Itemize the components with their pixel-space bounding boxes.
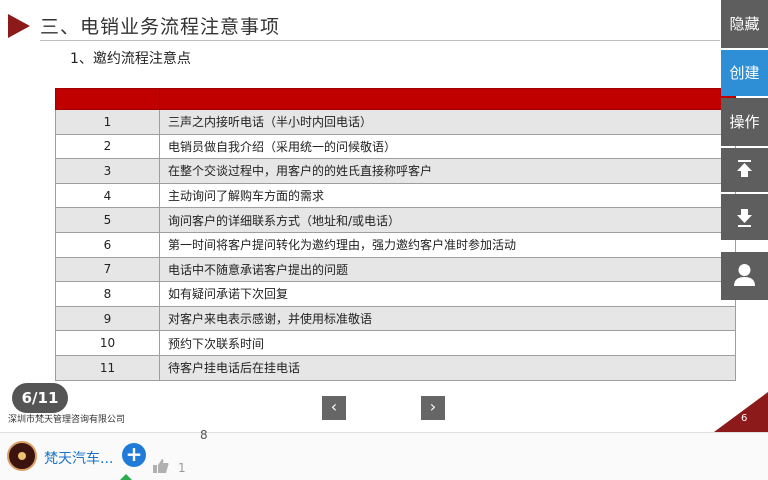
hide-label: 隐藏 — [729, 15, 760, 33]
row-number: 1 — [55, 109, 160, 135]
row-number: 3 — [55, 158, 160, 184]
table-row: 6 第一时间将客户提问转化为邀约理由，强力邀约客户准时参加活动 — [55, 231, 736, 258]
row-text: 电销员做自我介绍（采用统一的问候敬语） — [159, 133, 736, 160]
table-row: 9 对客户来电表示感谢，并使用标准敬语 — [55, 305, 736, 332]
table-row: 1 三声之内接听电话（半小时内回电话） — [55, 109, 736, 135]
row-number: 5 — [55, 207, 160, 233]
row-number: 6 — [55, 231, 160, 258]
row-text: 第一时间将客户提问转化为邀约理由，强力邀约客户准时参加活动 — [159, 231, 736, 258]
green-indicator — [118, 474, 134, 480]
bottom-arrow-icon — [737, 209, 752, 227]
slide-subtitle: 1、邀约流程注意点 — [70, 51, 191, 67]
top-arrow-icon — [737, 160, 752, 177]
page-indicator: 6/11 — [12, 383, 68, 413]
slide-title: 三、电销业务流程注意事项 — [40, 16, 281, 38]
corner-page-number: 6 — [741, 413, 748, 424]
table-header-cell — [55, 88, 160, 110]
checklist-table: 1 三声之内接听电话（半小时内回电话） 2 电销员做自我介绍（采用统一的问候敬语） 3 在… — [55, 88, 736, 381]
corner-decoration — [714, 392, 768, 432]
user-button[interactable] — [721, 252, 768, 300]
operate-label: 操作 — [729, 113, 760, 131]
table-row: 5 询问客户的详细联系方式（地址和/或电话） — [55, 207, 736, 233]
row-text: 预约下次联系时间 — [159, 330, 736, 356]
row-text: 三声之内接听电话（半小时内回电话） — [159, 109, 736, 135]
table-row: 2 电销员做自我介绍（采用统一的问候敬语） — [55, 133, 736, 160]
thumbs-up-icon[interactable] — [152, 458, 170, 474]
table-row: 7 电话中不随意承诺客户提出的问题 — [55, 256, 736, 283]
row-text: 待客户挂电话后在挂电话 — [159, 354, 736, 381]
hide-button[interactable]: 隐藏 — [721, 0, 768, 48]
row-text: 主动询问了解购车方面的需求 — [159, 182, 736, 209]
bottom-bar — [0, 432, 768, 480]
row-text: 对客户来电表示感谢，并使用标准敬语 — [159, 305, 736, 332]
like-count: 1 — [178, 461, 186, 475]
row-text: 询问客户的详细联系方式（地址和/或电话） — [159, 207, 736, 233]
company-name: 深圳市梵天管理咨询有限公司 — [8, 415, 126, 425]
channel-avatar[interactable] — [7, 441, 37, 471]
row-number: 7 — [55, 256, 160, 283]
scroll-top-button[interactable] — [721, 148, 768, 192]
next-slide-button[interactable]: › — [421, 396, 445, 420]
table-row: 3 在整个交谈过程中，用客户的的姓氏直接称呼客户 — [55, 158, 736, 184]
table-header-row — [55, 88, 736, 110]
table-row: 11 待客户挂电话后在挂电话 — [55, 354, 736, 381]
row-number: 10 — [55, 330, 160, 356]
operate-button[interactable]: 操作 — [721, 98, 768, 146]
screen: 三、电销业务流程注意事项 1、邀约流程注意点 1 三声之内接听电话（半小时内回电话… — [0, 0, 768, 480]
channel-name-link[interactable]: 梵天汽车... — [44, 448, 113, 468]
table-row: 10 预约下次联系时间 — [55, 330, 736, 356]
table-header-cell — [159, 88, 736, 110]
user-icon — [734, 264, 755, 286]
table-body: 1 三声之内接听电话（半小时内回电话） 2 电销员做自我介绍（采用统一的问候敬语） 3 在… — [55, 109, 736, 381]
presentation-slide[interactable]: 三、电销业务流程注意事项 1、邀约流程注意点 1 三声之内接听电话（半小时内回电话… — [0, 0, 768, 432]
table-row: 4 主动询问了解购车方面的需求 — [55, 182, 736, 209]
title-triangle-icon — [8, 14, 30, 38]
create-label: 创建 — [729, 64, 760, 82]
row-number: 4 — [55, 182, 160, 209]
title-divider — [40, 40, 720, 41]
row-number: 9 — [55, 305, 160, 332]
prev-slide-button[interactable]: ‹ — [322, 396, 346, 420]
row-number: 11 — [55, 354, 160, 381]
scroll-bottom-button[interactable] — [721, 194, 768, 240]
table-row: 8 如有疑问承诺下次回复 — [55, 281, 736, 307]
row-number: 2 — [55, 133, 160, 160]
avatar-emblem — [18, 452, 26, 460]
stray-digit: 8 — [200, 428, 208, 442]
row-text: 在整个交谈过程中，用客户的的姓氏直接称呼客户 — [159, 158, 736, 184]
row-text: 电话中不随意承诺客户提出的问题 — [159, 256, 736, 283]
row-number: 8 — [55, 281, 160, 307]
create-button[interactable]: 创建 — [721, 50, 768, 96]
row-text: 如有疑问承诺下次回复 — [159, 281, 736, 307]
follow-button[interactable]: + — [122, 443, 146, 467]
